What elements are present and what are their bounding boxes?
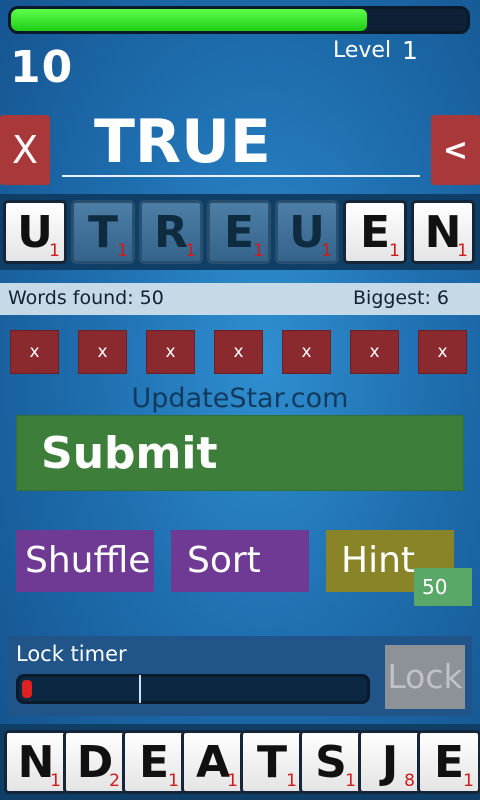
tile-points: 1 — [286, 771, 297, 791]
top-tile[interactable]: T1 — [71, 200, 135, 264]
stats-bar: Words found: 50 Biggest: 6 — [0, 283, 480, 315]
tile-points: 1 — [389, 241, 400, 261]
tile-points: 1 — [227, 771, 238, 791]
found-word-slot: x — [350, 330, 399, 374]
tile-points: 1 — [463, 771, 474, 791]
lock-timer-label: Lock timer — [16, 642, 127, 666]
found-word-slot: x — [282, 330, 331, 374]
backspace-button[interactable]: < — [431, 115, 480, 185]
bottom-tile[interactable]: D2 — [63, 730, 127, 794]
bottom-tile[interactable]: T1 — [240, 730, 304, 794]
bottom-tile[interactable]: S1 — [299, 730, 363, 794]
lock-button[interactable]: Lock — [385, 645, 465, 709]
top-tile[interactable]: U1 — [275, 200, 339, 264]
lock-timer-marker — [139, 675, 141, 703]
shuffle-button[interactable]: Shuffle — [16, 530, 154, 592]
top-tile[interactable]: E1 — [207, 200, 271, 264]
top-tile[interactable]: U1 — [3, 200, 67, 264]
biggest-word-label: Biggest: 6 — [353, 287, 450, 309]
sort-button[interactable]: Sort — [171, 530, 309, 592]
bottom-tile[interactable]: J8 — [358, 730, 422, 794]
found-word-slot: x — [418, 330, 467, 374]
found-word-slot: x — [214, 330, 263, 374]
tile-points: 1 — [50, 771, 61, 791]
bottom-tile[interactable]: E1 — [122, 730, 186, 794]
tile-points: 8 — [404, 771, 415, 791]
level-label: Level — [333, 38, 392, 63]
bottom-tile[interactable]: A1 — [181, 730, 245, 794]
tile-points: 1 — [457, 241, 468, 261]
top-tile[interactable]: N1 — [411, 200, 475, 264]
level-progress-bar — [8, 6, 470, 34]
tile-points: 1 — [168, 771, 179, 791]
clear-word-button[interactable]: X — [0, 115, 50, 185]
tile-points: 2 — [109, 771, 120, 791]
found-word-slot: x — [10, 330, 59, 374]
lock-timer-fill — [22, 680, 33, 698]
watermark-text: UpdateStar.com — [131, 383, 349, 414]
top-tile[interactable]: R1 — [139, 200, 203, 264]
score-value: 10 — [10, 42, 74, 93]
tile-rack: N1D2E1A1T1S1J8E1 — [0, 724, 480, 800]
top-tile[interactable]: E1 — [343, 200, 407, 264]
tile-points: 1 — [185, 241, 196, 261]
found-word-slot: x — [146, 330, 195, 374]
tile-points: 1 — [253, 241, 264, 261]
level-progress-fill — [11, 9, 367, 31]
tile-points: 1 — [49, 241, 60, 261]
bottom-tile[interactable]: E1 — [417, 730, 480, 794]
tile-points: 1 — [345, 771, 356, 791]
words-found-label: Words found: 50 — [8, 287, 164, 309]
level-value: 1 — [402, 36, 418, 65]
current-word: TRUE — [94, 107, 271, 177]
available-tiles-row: U1T1R1E1U1E1N1 — [0, 194, 480, 270]
tile-points: 1 — [321, 241, 332, 261]
hint-count-badge: 50 — [414, 568, 472, 606]
lock-timer-panel: Lock timer Lock — [8, 636, 472, 716]
found-word-slot: x — [78, 330, 127, 374]
lock-timer-bar — [16, 674, 370, 704]
submit-button[interactable]: Submit — [16, 415, 464, 491]
word-underline — [62, 175, 420, 177]
bottom-tile[interactable]: N1 — [4, 730, 68, 794]
tile-points: 1 — [117, 241, 128, 261]
